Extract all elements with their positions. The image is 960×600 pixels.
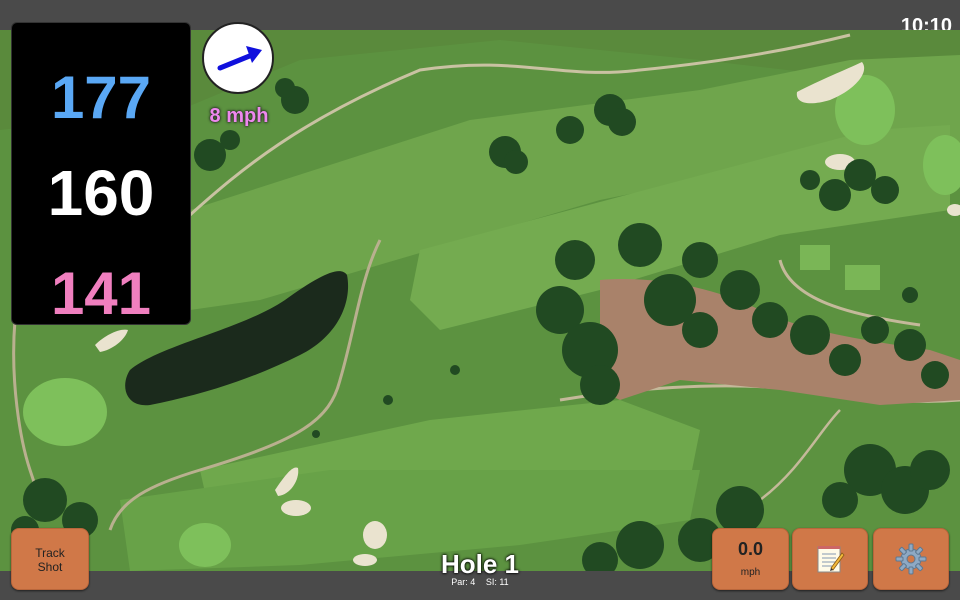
wind-arrow-icon bbox=[217, 46, 262, 71]
front-distance: 141 bbox=[50, 260, 152, 327]
track-shot-label-line1: Track bbox=[35, 546, 65, 560]
notepad-icon bbox=[817, 546, 845, 573]
wind-indicator bbox=[202, 22, 274, 94]
wind-speed-value: 0.0 bbox=[737, 539, 764, 559]
hole-info: Par: 4 SI: 11 bbox=[400, 577, 560, 587]
hole-stroke-index: SI: 11 bbox=[485, 577, 509, 587]
notes-button[interactable] bbox=[792, 528, 868, 590]
middle-distance: 160 bbox=[47, 157, 155, 229]
settings-button[interactable] bbox=[873, 528, 949, 590]
gear-icon bbox=[895, 543, 927, 575]
wind-speed-button[interactable]: 0.0 mph bbox=[712, 528, 789, 590]
wind-speed-label: 8 mph bbox=[209, 105, 269, 127]
track-shot-label-line2: Shot bbox=[37, 560, 63, 574]
back-distance: 177 bbox=[50, 64, 152, 131]
distance-panel: 177 160 141 bbox=[11, 22, 191, 327]
wind-speed-unit: mph bbox=[740, 567, 761, 578]
hole-par: Par: 4 bbox=[451, 577, 476, 587]
hole-title: Hole 1 bbox=[440, 549, 520, 579]
track-shot-button[interactable]: Track Shot bbox=[11, 528, 89, 590]
